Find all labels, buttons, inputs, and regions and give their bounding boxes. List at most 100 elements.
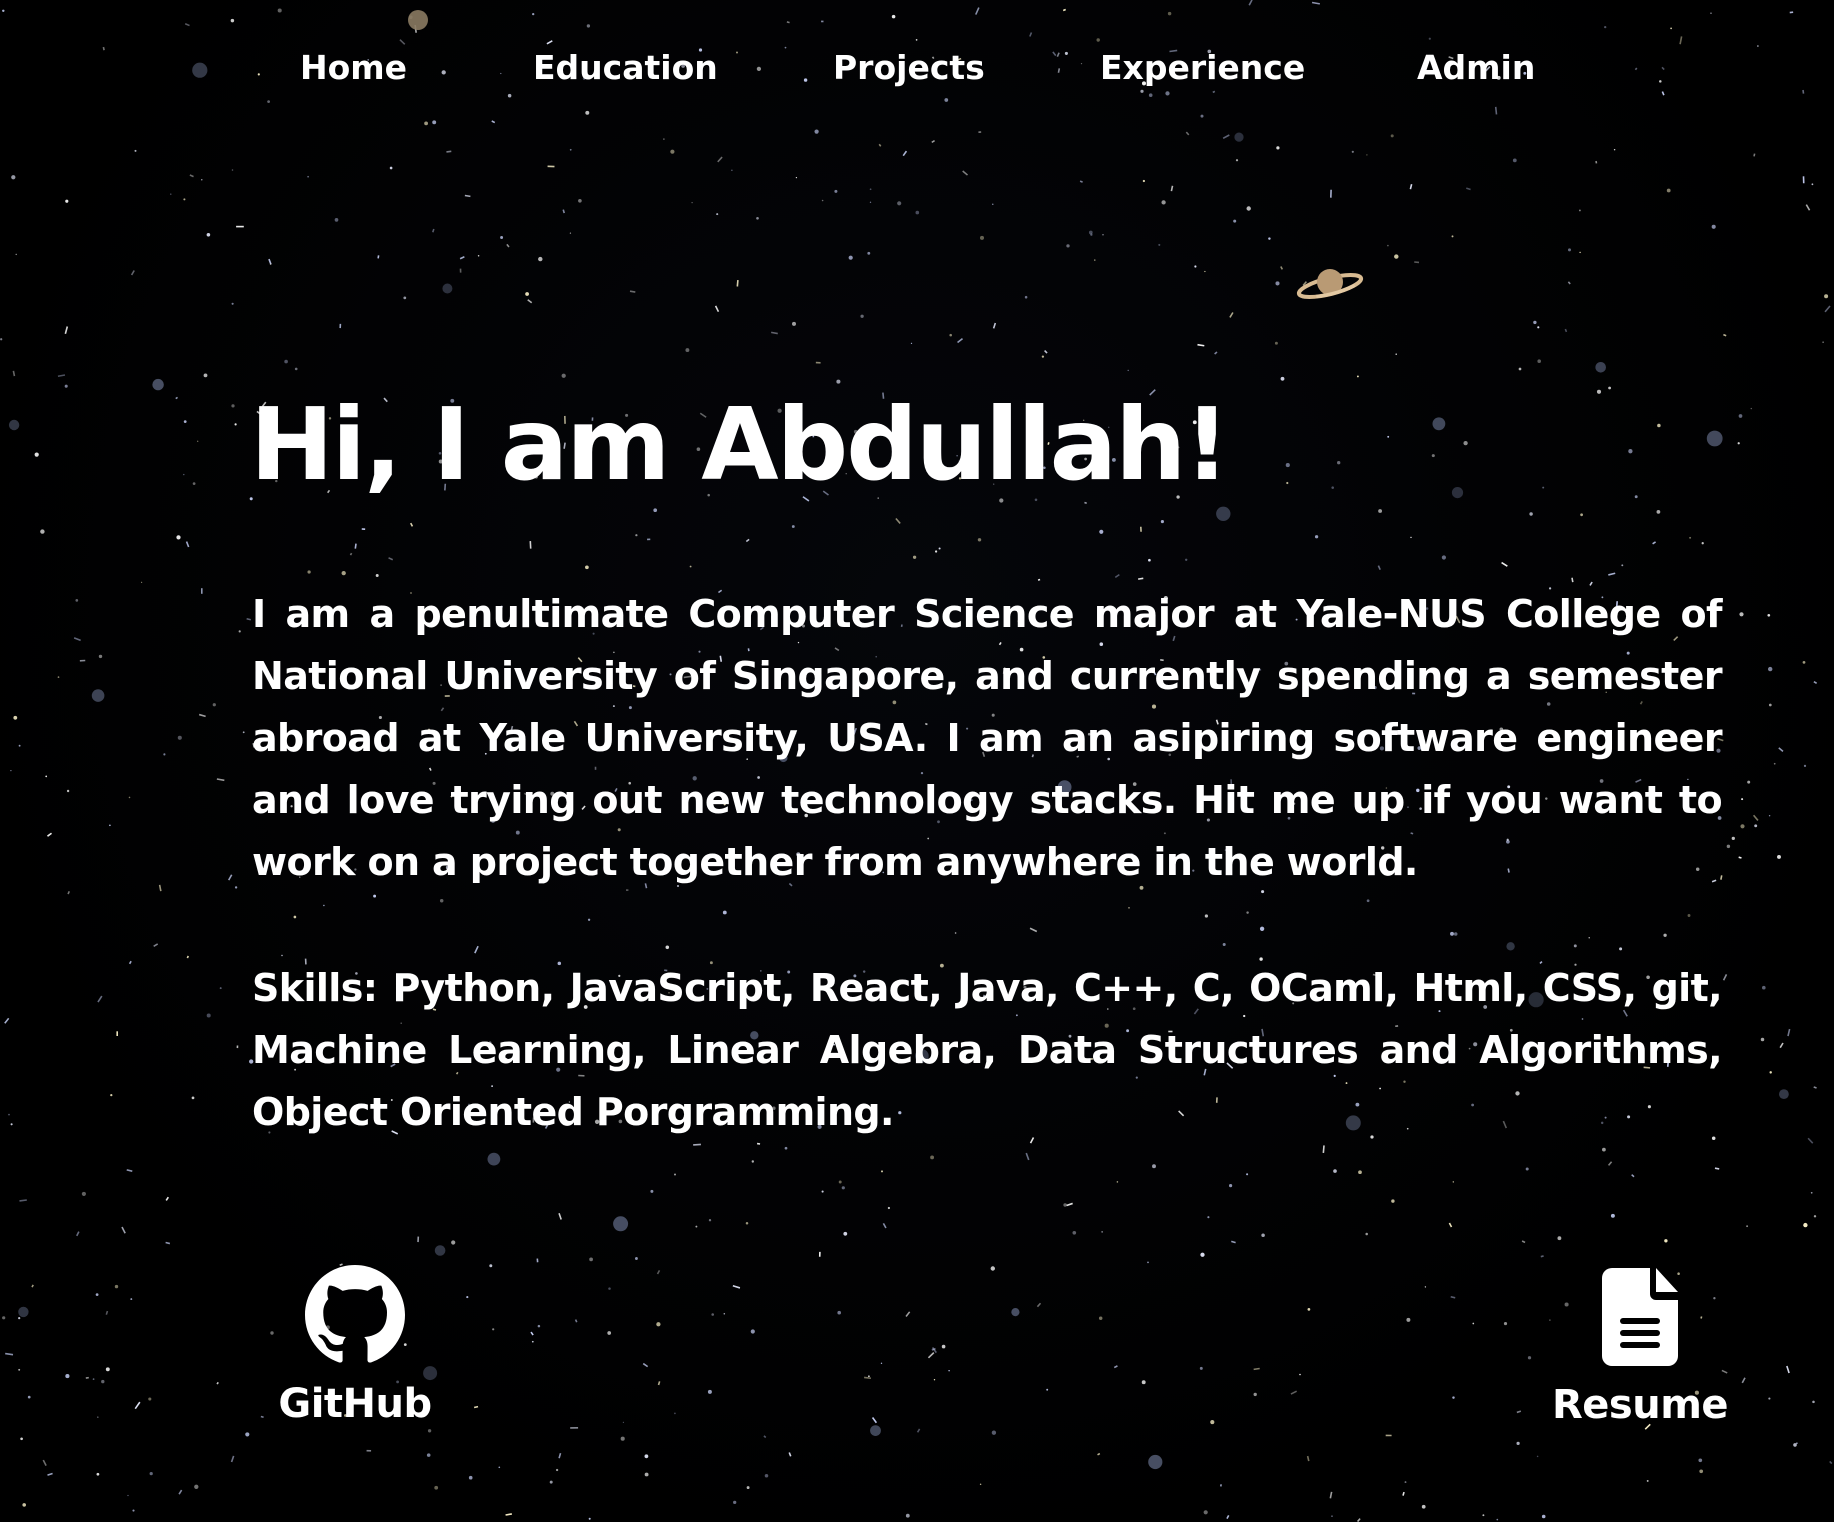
star <box>1148 558 1151 562</box>
star <box>1275 281 1280 286</box>
star <box>432 228 435 233</box>
star <box>756 216 759 220</box>
star <box>1072 1230 1077 1235</box>
star <box>1463 440 1468 446</box>
star <box>498 1466 501 1469</box>
star <box>1331 486 1334 489</box>
nav-link-projects[interactable]: Projects <box>833 48 985 87</box>
star <box>177 735 182 740</box>
star <box>18 744 21 747</box>
star <box>1802 661 1806 664</box>
star <box>538 256 543 262</box>
star <box>198 713 206 718</box>
star <box>1140 526 1142 532</box>
star <box>791 525 795 528</box>
star <box>1482 1514 1485 1517</box>
star <box>864 1376 872 1380</box>
star <box>1128 907 1130 909</box>
star <box>588 1517 591 1520</box>
star <box>1659 80 1662 83</box>
star <box>1428 37 1431 40</box>
star <box>1777 854 1781 859</box>
star <box>1608 386 1611 390</box>
star <box>1377 565 1381 571</box>
star <box>1496 1518 1499 1521</box>
nav-link-home[interactable]: Home <box>300 48 407 87</box>
star <box>916 1428 921 1433</box>
star <box>242 731 245 734</box>
star <box>464 194 471 198</box>
star <box>771 331 778 335</box>
star <box>1512 158 1517 163</box>
star <box>536 1258 539 1263</box>
star <box>750 1329 755 1334</box>
star <box>1564 328 1568 333</box>
nav-link-education[interactable]: Education <box>533 48 718 87</box>
distant-planet-dot <box>1148 1454 1163 1470</box>
star <box>238 630 241 633</box>
star <box>1448 1222 1453 1228</box>
star <box>1721 1369 1728 1374</box>
page-background: Home Education Projects Experience Admin… <box>0 0 1834 1522</box>
star <box>1722 973 1728 981</box>
star <box>1466 187 1471 191</box>
star <box>189 174 194 178</box>
star <box>1194 265 1197 268</box>
star <box>821 199 824 202</box>
star <box>1802 176 1805 184</box>
star <box>1212 90 1216 94</box>
star <box>1299 1373 1301 1376</box>
star <box>417 1236 420 1243</box>
star <box>991 1430 997 1435</box>
star <box>867 251 871 255</box>
star <box>130 1298 133 1301</box>
star <box>1714 1167 1720 1170</box>
star <box>18 1317 21 1320</box>
star <box>1529 512 1533 516</box>
star <box>848 255 853 260</box>
star <box>674 1412 676 1415</box>
star <box>1138 577 1144 580</box>
star <box>1664 1239 1668 1243</box>
star <box>1557 1236 1562 1241</box>
star <box>65 199 69 203</box>
star <box>644 1454 649 1459</box>
star <box>388 557 394 561</box>
star <box>915 210 920 215</box>
star <box>707 1389 712 1394</box>
star <box>674 1173 676 1176</box>
star <box>1661 91 1665 96</box>
star <box>1102 234 1104 236</box>
distant-planet-dot <box>91 689 105 702</box>
star <box>293 915 297 919</box>
github-link[interactable]: GitHub <box>278 1265 432 1429</box>
star <box>723 1312 726 1315</box>
star <box>1029 927 1038 933</box>
star <box>1663 933 1667 937</box>
star <box>1521 1240 1526 1244</box>
star <box>4 1017 10 1024</box>
star <box>1822 341 1824 343</box>
hero-title: Hi, I am Abdullah! <box>250 386 1230 503</box>
star <box>1646 1479 1649 1482</box>
star <box>165 1196 169 1201</box>
star <box>1580 513 1583 517</box>
star <box>1803 764 1807 768</box>
star <box>1747 780 1751 784</box>
nav-link-experience[interactable]: Experience <box>1100 48 1305 87</box>
nav-link-admin[interactable]: Admin <box>1417 48 1535 87</box>
star <box>1656 510 1661 514</box>
star <box>1741 798 1744 801</box>
star <box>841 1186 845 1190</box>
star <box>1329 1491 1333 1499</box>
star <box>1167 11 1172 16</box>
star <box>2 9 5 13</box>
star <box>0 338 3 341</box>
star <box>1394 254 1399 259</box>
star <box>650 1189 654 1193</box>
star <box>451 1240 456 1245</box>
star <box>1699 1469 1704 1474</box>
resume-link[interactable]: Resume <box>1552 1268 1729 1430</box>
star <box>67 890 71 895</box>
star <box>1503 1322 1508 1326</box>
